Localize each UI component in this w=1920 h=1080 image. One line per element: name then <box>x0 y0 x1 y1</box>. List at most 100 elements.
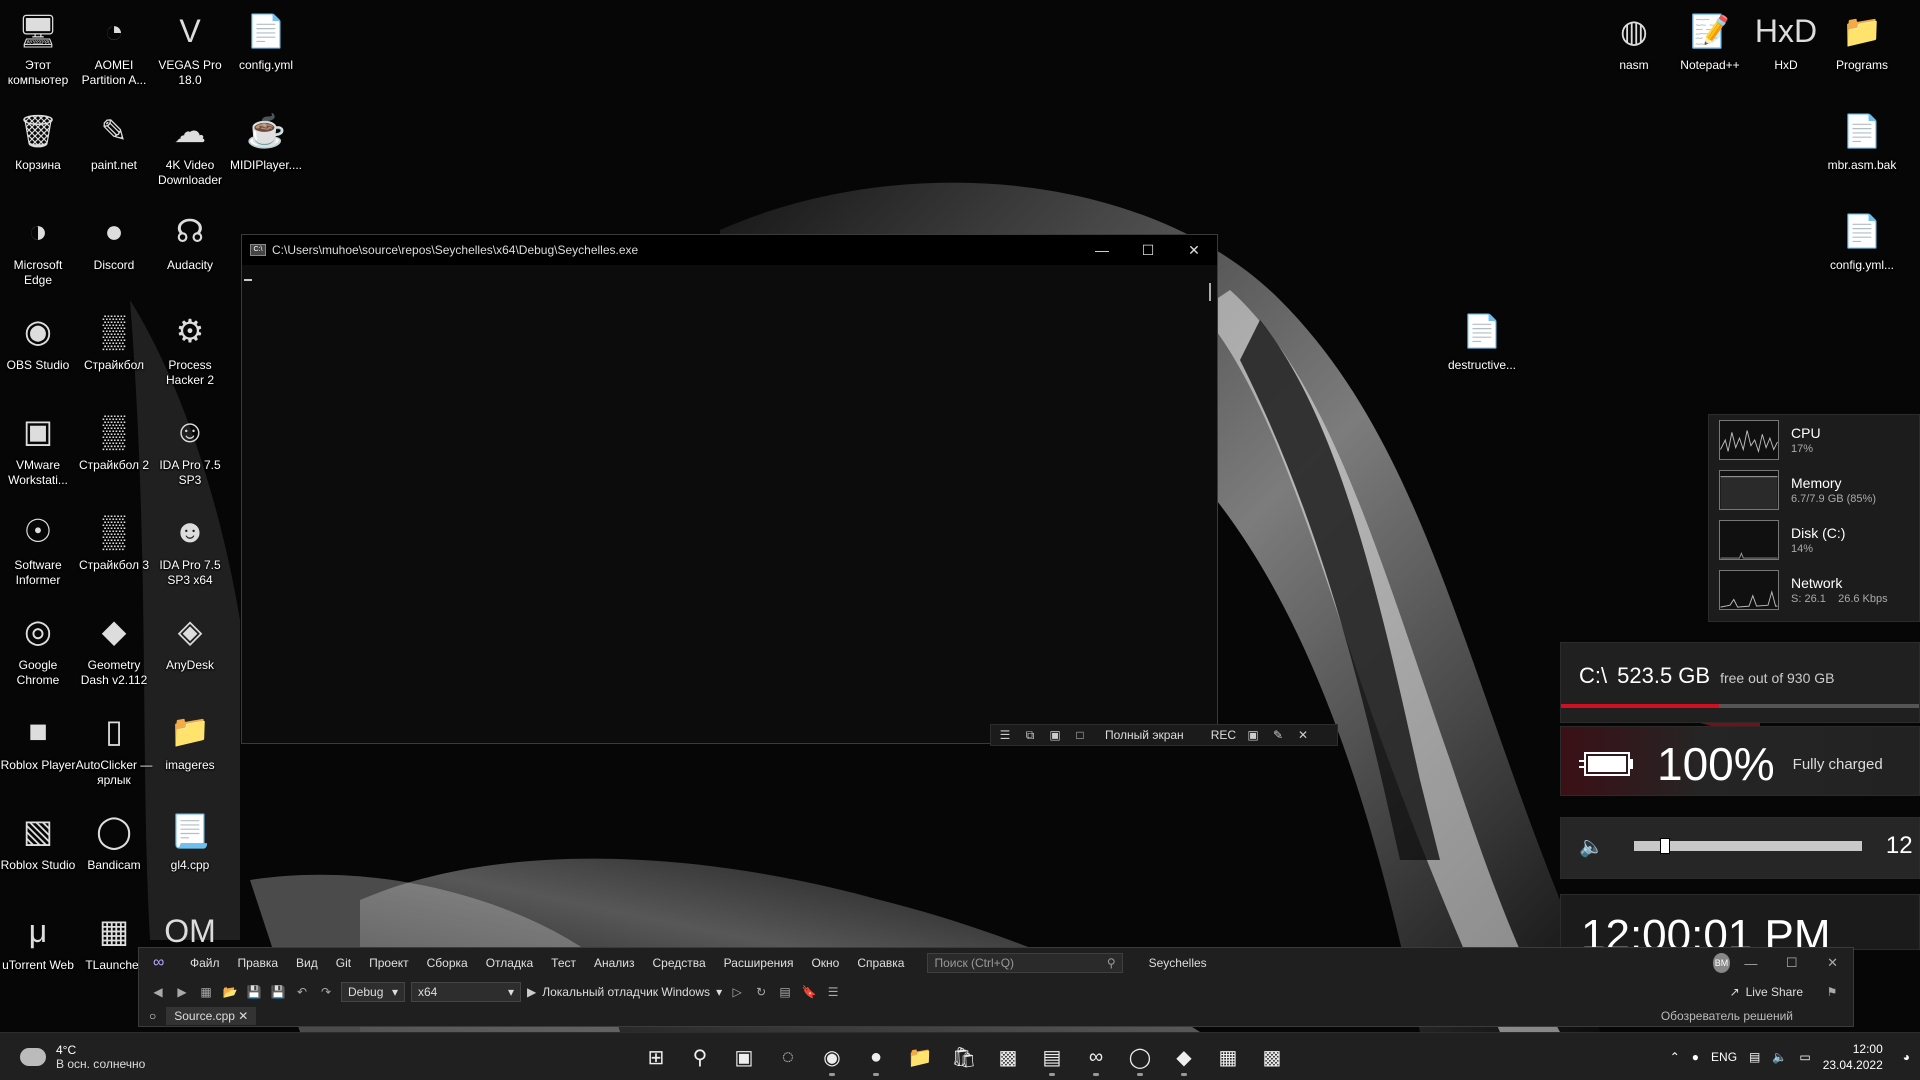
vs-menu-item[interactable]: Анализ <box>585 956 644 970</box>
desktop-icon[interactable]: 🗑 Корзина <box>0 100 76 198</box>
back-icon[interactable]: ◀ <box>149 983 167 1001</box>
vs-menu-item[interactable]: Правка <box>229 956 288 970</box>
configuration-select[interactable]: Debug ▾ <box>341 982 405 1002</box>
maximize-icon[interactable]: ☐ <box>1771 955 1812 971</box>
camera-icon[interactable]: ▣ <box>1245 728 1261 742</box>
desktop-icon[interactable]: 🖥 Этот компьютер <box>0 0 76 98</box>
store-icon[interactable]: 🛍 <box>944 1037 984 1077</box>
open-file-icon[interactable]: 📂 <box>221 983 239 1001</box>
menu-icon[interactable]: ☰ <box>997 728 1013 742</box>
comment-icon[interactable]: ☰ <box>824 983 842 1001</box>
desktop-icon[interactable]: 📄 config.yml... <box>1824 200 1900 298</box>
desktop-icon[interactable]: ▣ VMware Workstati... <box>0 400 76 498</box>
volume-slider[interactable] <box>1633 838 1862 854</box>
search-icon[interactable]: ⚲ <box>680 1037 720 1077</box>
solution-explorer-header[interactable]: Обозреватель решений <box>1661 1009 1793 1023</box>
desktop-icon[interactable]: ▯ AutoClicker — ярлык <box>76 700 153 798</box>
speaker-icon[interactable]: 🔈 <box>1579 834 1604 859</box>
console-taskbar-icon[interactable]: ▩ <box>1252 1037 1292 1077</box>
visual-studio-window[interactable]: ∞ Файл Правка Вид Git Проект Сборка Отладка Тес… <box>138 947 1854 1027</box>
vs-search-input[interactable]: Поиск (Ctrl+Q) ⚲ <box>927 953 1123 973</box>
desktop-icon[interactable]: ◯ Bandicam <box>76 800 152 898</box>
desktop-icon[interactable]: ☊ Audacity <box>152 200 228 298</box>
scrollbar-thumb[interactable] <box>1209 283 1211 301</box>
area-select-icon[interactable]: ▣ <box>1047 728 1063 742</box>
anydesk-taskbar-icon[interactable]: ◆ <box>1164 1037 1204 1077</box>
start-icon[interactable]: ⊞ <box>636 1037 676 1077</box>
desktop-icon[interactable]: ▧ Roblox Studio <box>0 800 76 898</box>
vs-menu-item[interactable]: Вид <box>287 956 327 970</box>
tab-source-cpp[interactable]: Source.cpp ✕ <box>166 1007 257 1025</box>
vs-menu-item[interactable]: Средства <box>644 956 715 970</box>
chat-icon[interactable]: ◌ <box>768 1037 808 1077</box>
terminal-icon[interactable]: ▩ <box>988 1037 1028 1077</box>
desktop-icon[interactable]: 📁 imageres <box>152 700 228 798</box>
chevron-up-icon[interactable]: ⌃ <box>1670 1050 1680 1064</box>
minimize-icon[interactable]: — <box>1730 956 1771 971</box>
live-share-button[interactable]: ↗ Live Share <box>1730 985 1803 999</box>
console-titlebar[interactable]: C:\ C:\Users\muhoe\source\repos\Seychell… <box>242 235 1217 265</box>
vs-menu-item[interactable]: Сборка <box>418 956 477 970</box>
bookmark-icon[interactable]: 🔖 <box>800 983 818 1001</box>
discord-taskbar-icon[interactable]: ◉ <box>812 1037 852 1077</box>
desktop-icon[interactable]: V VEGAS Pro 18.0 <box>152 0 228 98</box>
desktop-icon[interactable]: 📄 destructive... <box>1444 300 1520 398</box>
desktop-icon[interactable]: ⚙ Process Hacker 2 <box>152 300 228 398</box>
desktop-icon[interactable]: ☕ MIDIPlayer.... <box>228 100 304 198</box>
rec-button[interactable]: REC <box>1211 728 1236 742</box>
vs-menu-item[interactable]: Файл <box>181 956 229 970</box>
close-icon[interactable]: ✕ <box>1171 235 1217 265</box>
undo-icon[interactable]: ↶ <box>293 983 311 1001</box>
weather-widget[interactable]: 4°C В осн. солнечно <box>0 1043 300 1071</box>
vs-menu-item[interactable]: Тест <box>542 956 585 970</box>
vs-menu-item[interactable]: Отладка <box>477 956 542 970</box>
window-mode-icon[interactable]: ⧉ <box>1022 728 1038 742</box>
desktop-icon[interactable]: ◔ AOMEI Partition A... <box>76 0 152 98</box>
visual-studio-logo-icon[interactable]: ∞ <box>153 954 169 972</box>
desktop-icon[interactable]: ☁ 4K Video Downloader <box>152 100 228 198</box>
volume-icon[interactable]: 🔈 <box>1772 1050 1787 1064</box>
photos-icon[interactable]: ▤ <box>1032 1037 1072 1077</box>
taskmgr-icon[interactable]: ▦ <box>1208 1037 1248 1077</box>
desktop-icon[interactable]: HxD HxD <box>1748 0 1824 98</box>
desktop-icon[interactable]: ■ Roblox Player <box>0 700 76 798</box>
feedback-icon[interactable]: ⚑ <box>1823 983 1841 1001</box>
visual-studio-taskbar-icon[interactable]: ∞ <box>1076 1037 1116 1077</box>
desktop-icon[interactable]: ● Discord <box>76 200 152 298</box>
desktop-icon[interactable]: ◉ OBS Studio <box>0 300 76 398</box>
desktop-icon[interactable]: 📄 config.yml <box>228 0 304 98</box>
new-project-icon[interactable]: ▦ <box>197 983 215 1001</box>
desktop-icon[interactable]: μ uTorrent Web <box>0 900 76 998</box>
desktop-icon[interactable]: ☉ Software Informer <box>0 500 76 598</box>
desktop-icon[interactable]: ▒ Страйкбол 3 <box>76 500 152 598</box>
desktop-icon[interactable]: ◈ AnyDesk <box>152 600 228 698</box>
pencil-icon[interactable]: ✎ <box>1270 728 1286 742</box>
save-all-icon[interactable]: 💾 <box>269 983 287 1001</box>
browse-icon[interactable]: ▤ <box>776 983 794 1001</box>
save-icon[interactable]: 💾 <box>245 983 263 1001</box>
desktop-icon[interactable]: ◎ Google Chrome <box>0 600 76 698</box>
start-debugging-button[interactable]: ▶ Локальный отладчик Windows ▾ <box>527 985 722 999</box>
start-without-debug-icon[interactable]: ▷ <box>728 983 746 1001</box>
desktop-icon[interactable]: ◆ Geometry Dash v2.112 <box>76 600 152 698</box>
network-icon[interactable]: ▤ <box>1749 1050 1760 1064</box>
vs-menu-item[interactable]: Расширения <box>715 956 803 970</box>
desktop-icon[interactable]: ▒ Страйкбол <box>76 300 152 398</box>
taskbar-clock[interactable]: 12:00 23.04.2022 <box>1823 1041 1883 1073</box>
task-view-icon[interactable]: ▣ <box>724 1037 764 1077</box>
language-indicator[interactable]: ENG <box>1711 1050 1737 1064</box>
crop-icon[interactable]: □ <box>1072 728 1088 742</box>
vs-menu-item[interactable]: Git <box>327 956 360 970</box>
avatar[interactable]: BM <box>1712 953 1731 973</box>
console-window[interactable]: C:\ C:\Users\muhoe\source\repos\Seychell… <box>241 234 1218 744</box>
desktop-icon[interactable]: ◑ Microsoft Edge <box>0 200 76 298</box>
close-icon[interactable]: ✕ <box>1295 728 1311 742</box>
desktop-icon[interactable]: 📁 Programs <box>1824 0 1900 98</box>
redo-icon[interactable]: ↷ <box>317 983 335 1001</box>
desktop-icon[interactable]: ✎ paint.net <box>76 100 152 198</box>
bandicam-tray-icon[interactable]: ● <box>1692 1050 1699 1064</box>
desktop-icon[interactable]: ▒ Страйкбол 2 <box>76 400 152 498</box>
battery-tray-icon[interactable]: ▭ <box>1799 1050 1810 1064</box>
hot-reload-icon[interactable]: ↻ <box>752 983 770 1001</box>
obs-taskbar-icon[interactable]: ● <box>856 1037 896 1077</box>
